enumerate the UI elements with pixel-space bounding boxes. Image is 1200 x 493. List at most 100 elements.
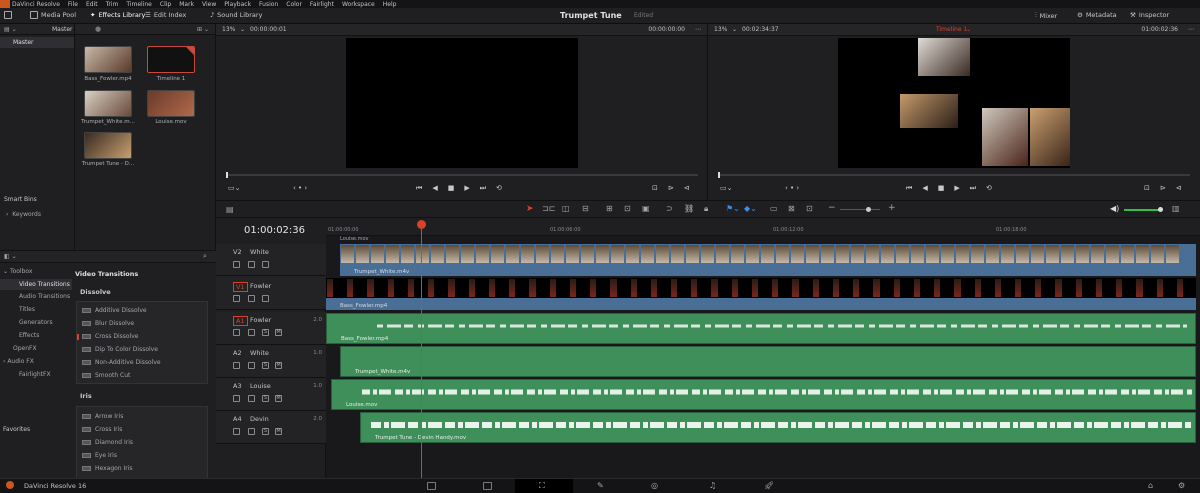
settings-gear-icon[interactable]: ⚙ — [1178, 481, 1185, 490]
source-view-options[interactable]: ▭⌄ — [228, 184, 240, 192]
timeline-view-options-icon[interactable]: ▤ — [226, 205, 234, 214]
linked-selection-icon[interactable]: ⛓ — [684, 204, 694, 213]
sound-library-button[interactable]: ♪ Sound Library — [210, 11, 262, 19]
mark-in-icon[interactable]: ⊳ — [1160, 184, 1166, 192]
effect-non-additive-dissolve[interactable]: Non-Additive Dissolve — [95, 359, 161, 366]
solo-button[interactable]: S — [262, 395, 269, 402]
mark-out-icon[interactable]: ⊲ — [1176, 184, 1182, 192]
volume-icon[interactable]: ◀︎) — [1110, 204, 1119, 213]
toggle-video-icon[interactable] — [262, 295, 269, 302]
audio-clip-a3[interactable]: Louise.mov — [331, 379, 1196, 410]
timeline-view-options[interactable]: ▭⌄ — [720, 184, 732, 192]
menu-edit[interactable]: Edit — [86, 1, 98, 8]
mixer-button[interactable]: ⫶ Mixer — [1035, 11, 1057, 20]
lock-track-icon[interactable] — [233, 428, 240, 435]
lock-track-icon[interactable] — [233, 362, 240, 369]
menu-fairlight[interactable]: Fairlight — [310, 1, 334, 8]
go-to-start-icon[interactable]: ⏮ — [906, 184, 912, 193]
go-to-start-icon[interactable]: ⏮ — [416, 184, 422, 193]
dynamic-trim-icon[interactable]: ◫ — [562, 204, 570, 213]
master-volume-slider[interactable] — [1124, 207, 1163, 212]
panel-toggle-icon[interactable]: ◧ ⌄ — [4, 253, 17, 260]
timeline-playhead[interactable] — [421, 221, 422, 478]
loop-icon[interactable]: ⟲ — [986, 184, 992, 193]
tree-effects[interactable]: Effects — [19, 332, 39, 339]
edit-page-tab[interactable]: ⛶ — [515, 479, 573, 493]
edit-index-button[interactable]: ☰ Edit Index — [145, 11, 186, 19]
lock-track-icon[interactable] — [233, 395, 240, 402]
auto-select-icon[interactable] — [248, 261, 255, 268]
toggle-video-icon[interactable] — [262, 261, 269, 268]
media-pool-button[interactable]: Media Pool — [30, 11, 76, 19]
audio-meter-icon[interactable]: ▥ — [1172, 204, 1180, 213]
menu-clip[interactable]: Clip — [160, 1, 171, 8]
tree-audio-transitions[interactable]: Audio Transitions — [19, 293, 70, 300]
layout-toggle-button[interactable] — [4, 11, 12, 19]
view-options-icon[interactable]: ⊞ ⌄ — [197, 26, 209, 33]
overwrite-clip-icon[interactable]: ⊡ — [624, 204, 631, 213]
tree-fairlightfx[interactable]: FairlightFX — [19, 371, 51, 378]
snapping-icon[interactable]: ⊃ — [666, 204, 673, 213]
timeline-scrubber[interactable] — [718, 172, 1190, 178]
zoom-custom-icon[interactable]: ⊡ — [806, 204, 813, 213]
color-page-icon[interactable]: ◎ — [651, 481, 658, 490]
menu-trim[interactable]: Trim — [106, 1, 119, 8]
media-clip-thumbnail[interactable] — [147, 90, 195, 117]
menu-file[interactable]: File — [68, 1, 78, 8]
video-clip-v1[interactable]: Bass_Fowler.mp4 — [326, 278, 1196, 310]
match-frame-icon[interactable]: ⊡ — [652, 184, 658, 192]
auto-select-icon[interactable] — [248, 428, 255, 435]
effect-eye-iris[interactable]: Eye Iris — [95, 452, 117, 459]
media-clip-thumbnail[interactable] — [84, 90, 132, 117]
playhead-handle[interactable] — [417, 220, 426, 229]
mute-button[interactable]: M — [275, 329, 282, 336]
loop-icon[interactable]: ⟲ — [496, 184, 502, 193]
fairlight-page-icon[interactable]: ♫ — [709, 481, 716, 490]
menu-playback[interactable]: Playback — [224, 1, 251, 8]
go-to-end-icon[interactable]: ⏭ — [970, 184, 976, 193]
play-icon[interactable]: ▶ — [954, 184, 959, 193]
source-zoom[interactable]: 13% — [222, 26, 235, 33]
zoom-full-icon[interactable]: ▭ — [770, 204, 778, 213]
position-lock-icon[interactable]: 🔒︎ — [704, 204, 708, 214]
effect-smooth-cut[interactable]: Smooth Cut — [95, 372, 130, 379]
zoom-out-icon[interactable]: − — [828, 203, 836, 213]
track-id[interactable]: A1 — [233, 316, 248, 326]
mark-out-icon[interactable]: ⊲ — [684, 184, 690, 192]
tree-titles[interactable]: Titles — [19, 306, 35, 313]
menu-mark[interactable]: Mark — [179, 1, 194, 8]
track-id[interactable]: V1 — [233, 282, 248, 292]
lock-track-icon[interactable] — [233, 295, 240, 302]
timeline-scrubber-playhead[interactable] — [718, 172, 720, 178]
more-options-icon[interactable]: ⋯ — [1188, 26, 1194, 33]
blade-tool-icon[interactable]: ⊟ — [582, 204, 589, 213]
solo-button[interactable]: S — [262, 329, 269, 336]
bin-list-icon[interactable]: ▤ ⌄ — [4, 26, 17, 33]
effect-additive-dissolve[interactable]: Additive Dissolve — [95, 307, 147, 314]
fusion-page-icon[interactable]: ✎ — [597, 481, 604, 490]
lock-track-icon[interactable] — [233, 329, 240, 336]
audio-clip-a2[interactable]: Trumpet_White.m4v — [340, 346, 1196, 377]
effect-arrow-iris[interactable]: Arrow Iris — [95, 413, 123, 420]
menu-fusion[interactable]: Fusion — [259, 1, 278, 8]
cut-page-icon[interactable] — [483, 482, 492, 490]
mute-button[interactable]: M — [275, 362, 282, 369]
menu-help[interactable]: Help — [383, 1, 397, 8]
audio-clip-a4[interactable]: Trumpet Tune - Devin Handy.mov — [360, 412, 1196, 443]
tree-video-transitions[interactable]: Video Transitions — [0, 279, 72, 290]
zoom-in-icon[interactable]: + — [888, 203, 896, 213]
source-jog[interactable]: ‹ • › — [293, 184, 307, 192]
stop-icon[interactable]: ■ — [938, 184, 945, 193]
effect-dip-to-color[interactable]: Dip To Color Dissolve — [95, 346, 158, 353]
tree-openfx[interactable]: OpenFX — [13, 345, 37, 352]
deliver-page-icon[interactable]: 🚀︎ — [764, 481, 774, 490]
go-to-end-icon[interactable]: ⏭ — [480, 184, 486, 193]
selection-tool-icon[interactable]: ➤ — [526, 204, 534, 214]
search-icon[interactable]: ⌕ — [203, 252, 207, 261]
timeline-name-selector[interactable]: Timeline 1 — [936, 26, 967, 33]
effect-cross-dissolve[interactable]: Cross Dissolve — [95, 333, 138, 340]
timeline-clip-thumbnail[interactable] — [147, 46, 195, 73]
media-clip-thumbnail[interactable] — [84, 46, 132, 73]
tree-toolbox[interactable]: ⌄ Toolbox — [3, 268, 32, 275]
auto-select-icon[interactable] — [248, 295, 255, 302]
